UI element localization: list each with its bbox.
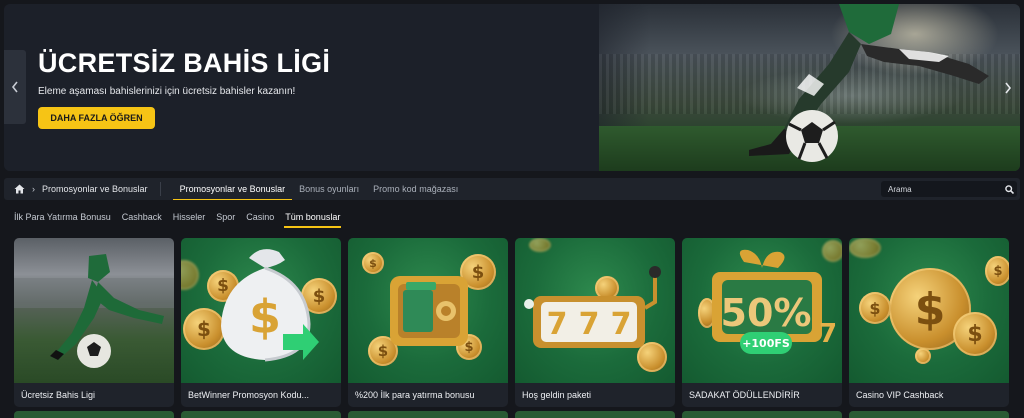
football-player-illustration — [749, 4, 989, 162]
promo-card[interactable]: $ $ $ $ Casino VIP Cashback — [849, 238, 1009, 407]
filter-cashback[interactable]: Cashback — [122, 207, 162, 227]
next-row-card — [682, 411, 842, 418]
tab-promo-code-store[interactable]: Promo kod mağazası — [366, 178, 465, 200]
coin-icon — [915, 348, 931, 364]
money-bag-icon: $ — [221, 249, 319, 362]
football-player-image — [14, 238, 174, 383]
chevron-left-icon — [11, 81, 18, 93]
filter-first-deposit[interactable]: İlk Para Yatırma Bonusu — [14, 207, 111, 227]
search-input[interactable] — [888, 184, 1001, 194]
hero-football-image — [509, 4, 1020, 171]
promo-card[interactable]: 7 7 7 Hoş geldin paketi — [515, 238, 675, 407]
card-title: Hoş geldin paketi — [522, 390, 592, 400]
safe-icon — [390, 276, 468, 346]
promo-card[interactable]: 50% +100FS 7 SADAKAT ÖDÜLLENDİRİR — [682, 238, 842, 407]
tab-bonus-games[interactable]: Bonus oyunları — [292, 178, 366, 200]
hero-banner: ÜCRETSİZ BAHİS LİGİ Eleme aşaması bahisl… — [4, 4, 1020, 171]
bonus-filter-tabs: İlk Para Yatırma Bonusu Cashback Hissele… — [14, 207, 351, 228]
search-icon — [1004, 184, 1014, 194]
svg-text:$: $ — [249, 290, 281, 344]
coin-icon — [849, 238, 881, 258]
tab-promotions-bonuses[interactable]: Promosyonlar ve Bonuslar — [172, 178, 293, 200]
next-row-card — [14, 411, 174, 418]
football-player-illustration — [14, 254, 174, 368]
breadcrumb: › Promosyonlar ve Bonuslar — [4, 178, 148, 200]
svg-text:7: 7 — [819, 319, 837, 349]
card-title: Casino VIP Cashback — [856, 390, 944, 400]
coin-icon: $ — [953, 312, 997, 356]
filter-all-bonuses[interactable]: Tüm bonuslar — [284, 207, 342, 228]
hero-title: ÜCRETSİZ BAHİS LİGİ — [38, 48, 331, 78]
carousel-prev-button[interactable] — [4, 50, 26, 124]
chevron-right-icon: › — [32, 184, 35, 194]
carousel-next-button[interactable] — [1000, 78, 1016, 98]
card-title: SADAKAT ÖDÜLLENDİRİR — [689, 390, 800, 400]
learn-more-button[interactable]: DAHA FAZLA ÖĞREN — [38, 107, 155, 129]
search-box — [881, 181, 1017, 197]
svg-text:7: 7 — [547, 307, 568, 342]
coin-icon: $ — [985, 256, 1009, 286]
slot-machine-icon: 7 7 7 — [524, 266, 661, 348]
card-title: Ücretsiz Bahis Ligi — [21, 390, 96, 400]
chevron-right-icon — [1005, 82, 1012, 94]
promo-card[interactable]: $ $ $ $ %200 İlk para yatırma bonusu — [348, 238, 508, 407]
slot-machine-image: 7 7 7 — [515, 238, 675, 383]
search-button[interactable] — [1001, 181, 1017, 197]
next-row-card — [849, 411, 1009, 418]
hero-subtitle: Eleme aşaması bahislerinizi için ücretsi… — [38, 86, 296, 97]
nav-tabs: Promosyonlar ve Bonuslar Bonus oyunları … — [172, 178, 466, 200]
svg-text:7: 7 — [611, 307, 632, 342]
next-row-card — [515, 411, 675, 418]
card-title: %200 İlk para yatırma bonusu — [355, 390, 475, 400]
safe-image: $ $ $ $ — [348, 238, 508, 383]
freespins-badge: +100FS — [742, 337, 790, 350]
filter-shares[interactable]: Hisseler — [173, 207, 206, 227]
breadcrumb-current[interactable]: Promosyonlar ve Bonuslar — [42, 184, 148, 194]
coins-image: $ $ $ $ — [849, 238, 1009, 383]
promo-navbar: › Promosyonlar ve Bonuslar Promosyonlar … — [4, 178, 1020, 200]
coin-icon: $ — [859, 292, 891, 324]
filter-casino[interactable]: Casino — [246, 207, 274, 227]
promo-card[interactable]: Ücretsiz Bahis Ligi — [14, 238, 174, 407]
next-row-card — [181, 411, 341, 418]
gift-50-percent-image: 50% +100FS 7 — [682, 238, 842, 383]
filter-sport[interactable]: Spor — [216, 207, 235, 227]
svg-text:7: 7 — [579, 307, 600, 342]
promo-card[interactable]: $ $ $ $ BetWinner Promosyon Kodu... — [181, 238, 341, 407]
gift-box-icon: 50% +100FS 7 — [712, 249, 837, 354]
nav-divider — [159, 182, 161, 196]
next-row-card — [348, 411, 508, 418]
gift-percent-text: 50% — [721, 291, 812, 335]
home-icon[interactable] — [14, 184, 25, 194]
money-bag-image: $ $ $ $ — [181, 238, 341, 383]
card-title: BetWinner Promosyon Kodu... — [188, 390, 310, 400]
